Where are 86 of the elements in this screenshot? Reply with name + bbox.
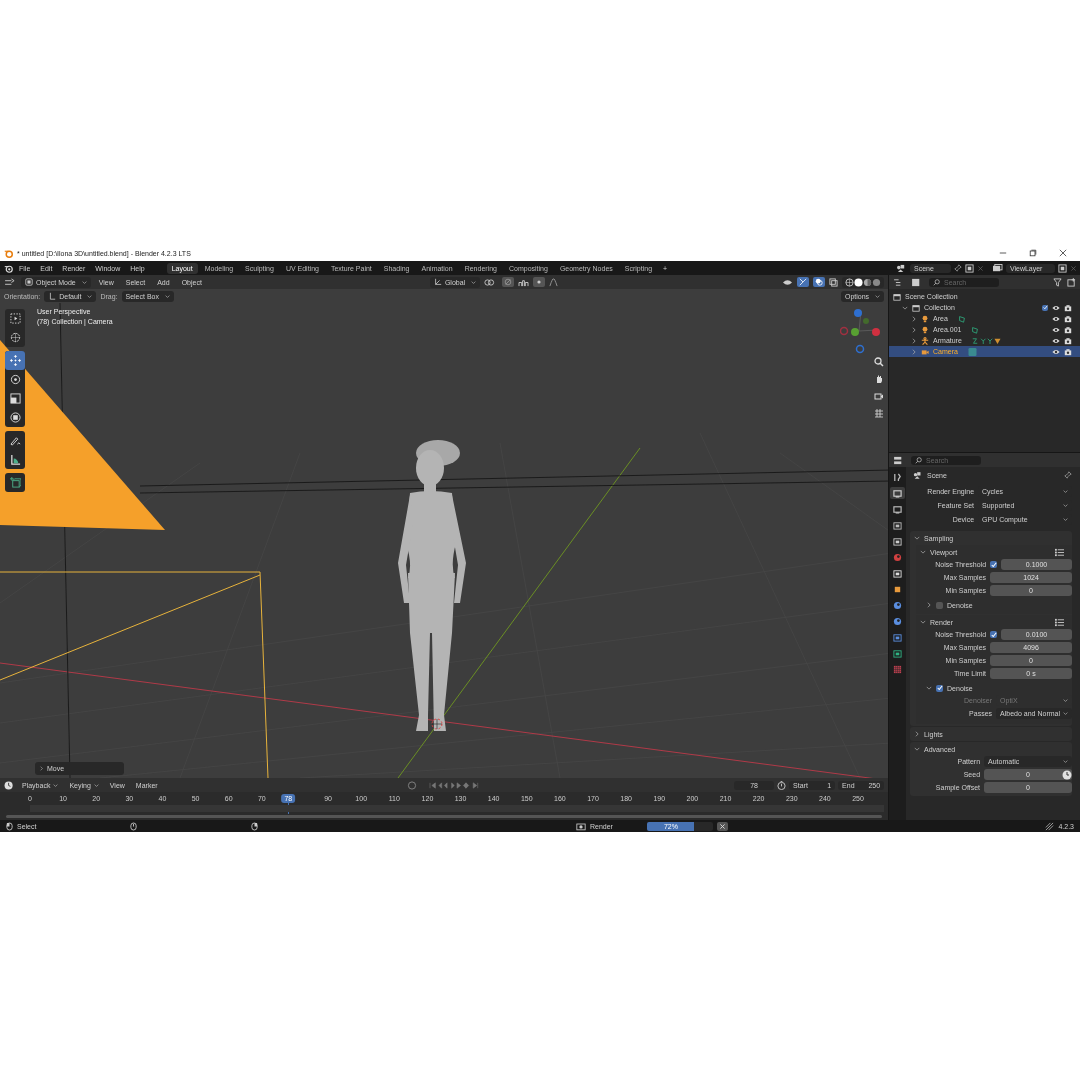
camera-icon xyxy=(921,347,930,356)
3d-cursor-icon xyxy=(431,718,443,730)
filter-icon[interactable] xyxy=(1053,277,1062,287)
chevron-down-icon xyxy=(1063,489,1068,494)
mouse-icon xyxy=(251,821,259,831)
eye-icon[interactable] xyxy=(1052,347,1060,356)
hand-icon[interactable] xyxy=(874,374,884,384)
checkbox[interactable] xyxy=(936,684,944,692)
axes-icon xyxy=(48,292,57,300)
chevron-down-icon xyxy=(53,782,59,788)
collection-box-icon xyxy=(893,292,902,301)
shading-mode-buttons[interactable] xyxy=(842,276,885,288)
figure-icon xyxy=(921,336,930,345)
render-tab-icon[interactable] xyxy=(890,487,906,499)
chevron-down-icon xyxy=(1063,503,1068,508)
bulb-icon xyxy=(921,325,930,334)
pose-data-icons[interactable] xyxy=(971,336,1002,345)
cube-icon xyxy=(25,278,33,286)
stopwatch-icon[interactable] xyxy=(777,780,787,790)
axes-icon xyxy=(433,278,442,286)
snap-icon xyxy=(504,278,513,286)
search-icon xyxy=(915,456,923,464)
xray-icon[interactable] xyxy=(829,277,839,287)
scene-icon[interactable] xyxy=(896,263,907,273)
image-stack-icon[interactable] xyxy=(991,263,1003,273)
restore-icon[interactable] xyxy=(1029,249,1037,257)
proportional-edit-button[interactable] xyxy=(533,277,546,287)
overlay-icon xyxy=(815,278,824,286)
camera-icon[interactable] xyxy=(1064,325,1072,334)
copy-icon[interactable] xyxy=(964,263,974,273)
snap-button[interactable] xyxy=(502,277,515,287)
eye-icon[interactable] xyxy=(1052,303,1060,312)
chevron-down-icon xyxy=(1063,711,1068,716)
scene-icon xyxy=(913,470,924,480)
gizmo-icon xyxy=(799,278,808,286)
zoom-icon[interactable] xyxy=(874,357,884,367)
clock-icon[interactable] xyxy=(4,780,15,790)
chevron-down-icon xyxy=(471,279,477,285)
camera-icon[interactable] xyxy=(1064,314,1072,323)
chevron-down-icon xyxy=(81,279,87,285)
checkbox[interactable] xyxy=(990,561,998,568)
chevron-down-icon xyxy=(87,293,93,299)
eye-icon[interactable] xyxy=(1052,314,1060,323)
editor-type-icon[interactable] xyxy=(4,277,17,287)
copy-icon[interactable] xyxy=(1058,263,1067,273)
visibility-icon[interactable] xyxy=(782,277,794,287)
eye-icon[interactable] xyxy=(1052,325,1060,334)
memory-icon xyxy=(1045,821,1055,831)
pin-icon[interactable] xyxy=(1064,471,1072,479)
new-collection-icon[interactable] xyxy=(1067,277,1076,287)
collection-box-icon xyxy=(912,303,921,312)
checkbox[interactable] xyxy=(990,631,998,638)
mouse-icon xyxy=(6,821,13,831)
camera-icon[interactable] xyxy=(1064,303,1072,312)
checkbox[interactable] xyxy=(936,601,944,609)
gizmo-toggle-button[interactable] xyxy=(797,277,810,287)
scrollbar[interactable] xyxy=(6,815,883,818)
falloff-curve-icon[interactable] xyxy=(549,277,559,287)
render-icon xyxy=(575,821,586,831)
close-icon xyxy=(718,822,726,830)
bulb-icon xyxy=(921,314,930,323)
app-logo-icon xyxy=(4,248,13,258)
eye-icon[interactable] xyxy=(1052,336,1060,345)
app-logo-icon[interactable] xyxy=(4,263,13,273)
move-tool-icon[interactable] xyxy=(5,351,25,370)
pin-icon[interactable] xyxy=(953,264,962,272)
overlay-toggle-button[interactable] xyxy=(813,277,826,287)
chevron-down-icon xyxy=(1063,698,1068,703)
close-icon[interactable] xyxy=(1059,249,1067,257)
snap-target-icon[interactable] xyxy=(518,277,530,287)
grid-icon[interactable] xyxy=(874,408,884,418)
chevron-down-icon xyxy=(875,293,881,299)
checkbox[interactable] xyxy=(1042,304,1048,311)
camera-view-icon[interactable] xyxy=(874,391,884,401)
search-icon xyxy=(933,278,941,286)
list-icon[interactable] xyxy=(1055,547,1064,557)
chevron-down-icon xyxy=(1063,759,1068,764)
camera-icon[interactable] xyxy=(1064,347,1072,356)
chevron-down-icon xyxy=(1063,517,1068,522)
clock-icon[interactable] xyxy=(1062,769,1072,780)
cancel-button[interactable] xyxy=(716,821,728,831)
mouse-icon xyxy=(130,821,138,831)
chevron-down-icon xyxy=(164,293,170,299)
list-icon[interactable] xyxy=(1055,617,1064,627)
camera-icon[interactable] xyxy=(1064,336,1072,345)
chevron-down-icon xyxy=(93,782,99,788)
